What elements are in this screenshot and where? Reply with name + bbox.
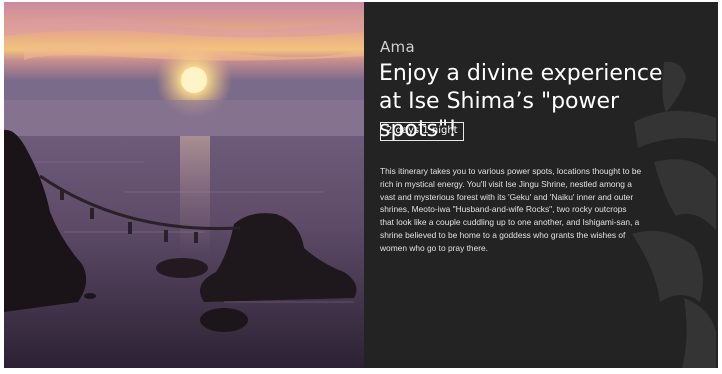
area-label: Ama xyxy=(380,38,415,56)
tour-info-panel: Ama Enjoy a divine experience at Ise Shi… xyxy=(364,2,718,368)
tour-description: This itinerary takes you to various powe… xyxy=(380,166,642,253)
duration-badge: 2 days 1 night xyxy=(380,122,464,141)
sunrise-rocks-illustration xyxy=(4,2,364,368)
meoto-iwa-sunrise-photo xyxy=(4,2,364,368)
tour-card[interactable]: Ama Enjoy a divine experience at Ise Shi… xyxy=(4,2,718,368)
